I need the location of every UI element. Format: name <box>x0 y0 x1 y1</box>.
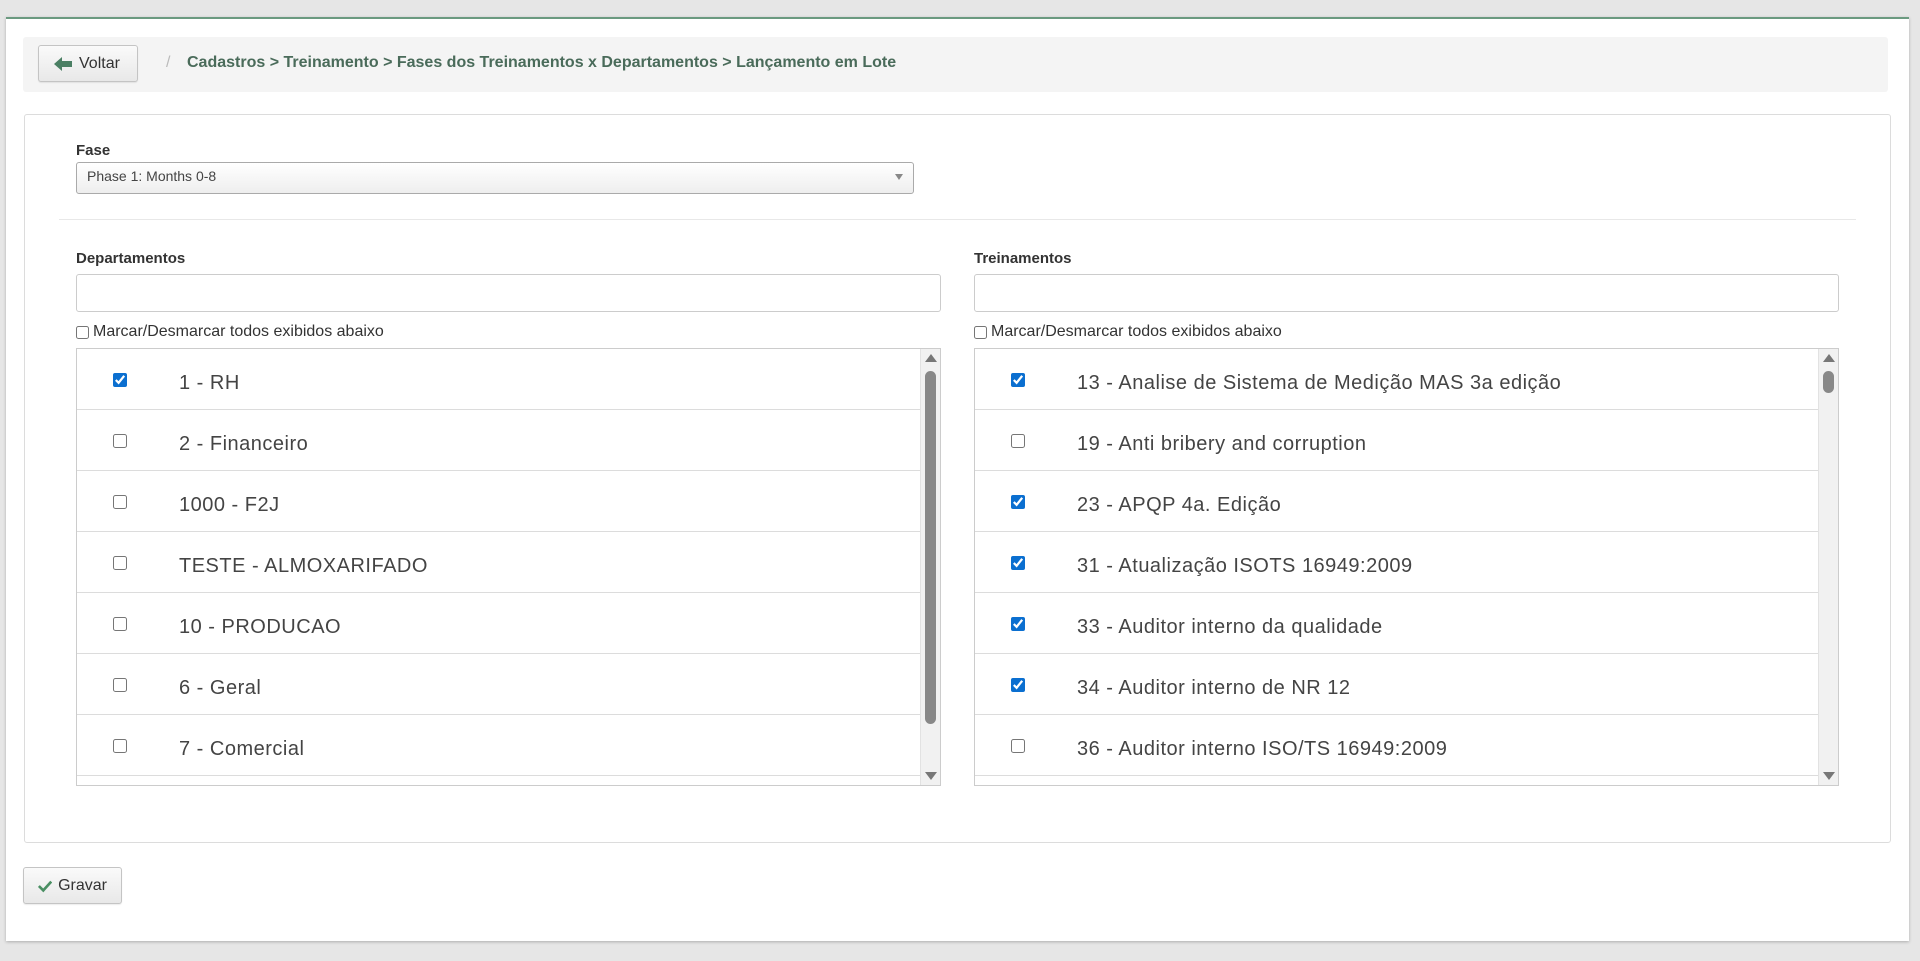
item-checkbox[interactable] <box>1011 739 1025 753</box>
treinamentos-toggle-all-checkbox[interactable] <box>974 325 987 339</box>
list-item[interactable]: 34 - Auditor interno de NR 12 <box>975 654 1819 715</box>
item-checkbox[interactable] <box>113 434 127 448</box>
item-checkbox[interactable] <box>113 678 127 692</box>
item-checkbox[interactable] <box>113 617 127 631</box>
treinamentos-scrollbar[interactable] <box>1818 349 1838 785</box>
scroll-down-icon[interactable] <box>925 772 937 780</box>
treinamentos-toggle-all[interactable]: Marcar/Desmarcar todos exibidos abaixo <box>974 323 1282 341</box>
departamentos-toggle-all-label: Marcar/Desmarcar todos exibidos abaixo <box>93 323 384 340</box>
item-checkbox[interactable] <box>1011 556 1025 570</box>
fase-selected-value: Phase 1: Months 0-8 <box>87 168 217 184</box>
departamentos-rows: 1 - RH 2 - Financeiro 1000 - F2J TESTE - AL… <box>77 349 921 776</box>
item-label: 1 - RH <box>179 372 240 394</box>
departamentos-toggle-all[interactable]: Marcar/Desmarcar todos exibidos abaixo <box>76 323 384 341</box>
item-checkbox[interactable] <box>1011 373 1025 387</box>
list-item[interactable]: 6 - Geral <box>77 654 921 715</box>
save-button-label: Gravar <box>58 876 107 894</box>
item-checkbox[interactable] <box>1011 617 1025 631</box>
list-item[interactable]: 33 - Auditor interno da qualidade <box>975 593 1819 654</box>
item-label: 2 - Financeiro <box>179 433 309 455</box>
item-label: 6 - Geral <box>179 677 262 699</box>
chevron-down-icon <box>895 174 903 180</box>
list-item[interactable]: 23 - APQP 4a. Edição <box>975 471 1819 532</box>
scrollbar-thumb[interactable] <box>925 371 936 724</box>
item-checkbox[interactable] <box>1011 495 1025 509</box>
list-item[interactable]: 1000 - F2J <box>77 471 921 532</box>
check-icon <box>38 880 53 892</box>
treinamentos-filter-input[interactable] <box>974 274 1839 312</box>
scroll-up-icon[interactable] <box>925 354 937 362</box>
scroll-down-icon[interactable] <box>1823 772 1835 780</box>
fase-label: Fase <box>76 142 111 159</box>
list-item[interactable]: 19 - Anti bribery and corruption <box>975 410 1819 471</box>
item-label: 13 - Analise de Sistema de Medição MAS 3… <box>1077 372 1562 394</box>
list-item[interactable]: 31 - Atualização ISOTS 16949:2009 <box>975 532 1819 593</box>
item-checkbox[interactable] <box>1011 434 1025 448</box>
item-label: 1000 - F2J <box>179 494 280 516</box>
form-panel: Fase Phase 1: Months 0-8 Departamentos T… <box>24 114 1891 843</box>
scrollbar-thumb[interactable] <box>1823 371 1834 393</box>
fase-select[interactable]: Phase 1: Months 0-8 <box>76 162 914 194</box>
list-item[interactable]: 1 - RH <box>77 349 921 410</box>
departamentos-toggle-all-checkbox[interactable] <box>76 325 89 339</box>
list-item[interactable]: 36 - Auditor interno ISO/TS 16949:2009 <box>975 715 1819 776</box>
item-label: 34 - Auditor interno de NR 12 <box>1077 677 1351 699</box>
breadcrumb-separator: / <box>166 54 171 71</box>
item-label: 36 - Auditor interno ISO/TS 16949:2009 <box>1077 738 1448 760</box>
list-item[interactable]: 10 - PRODUCAO <box>77 593 921 654</box>
list-item[interactable]: 7 - Comercial <box>77 715 921 776</box>
treinamentos-rows: 13 - Analise de Sistema de Medição MAS 3… <box>975 349 1819 776</box>
item-checkbox[interactable] <box>113 739 127 753</box>
treinamentos-label: Treinamentos <box>974 250 1072 267</box>
divider <box>59 219 1856 220</box>
main-card: Voltar / Cadastros > Treinamento > Fases… <box>6 17 1909 941</box>
treinamentos-toggle-all-label: Marcar/Desmarcar todos exibidos abaixo <box>991 323 1282 340</box>
departamentos-list[interactable]: 1 - RH 2 - Financeiro 1000 - F2J TESTE - AL… <box>76 348 941 786</box>
item-label: 19 - Anti bribery and corruption <box>1077 433 1367 455</box>
item-checkbox[interactable] <box>1011 678 1025 692</box>
item-checkbox[interactable] <box>113 495 127 509</box>
departamentos-filter-input[interactable] <box>76 274 941 312</box>
arrow-left-icon <box>54 56 72 71</box>
departamentos-scrollbar[interactable] <box>920 349 940 785</box>
item-label: 33 - Auditor interno da qualidade <box>1077 616 1383 638</box>
item-label: TESTE - ALMOXARIFADO <box>179 555 428 577</box>
breadcrumb-bar: Voltar / Cadastros > Treinamento > Fases… <box>23 37 1888 92</box>
list-item[interactable]: TESTE - ALMOXARIFADO <box>77 532 921 593</box>
back-button[interactable]: Voltar <box>38 45 138 82</box>
item-label: 10 - PRODUCAO <box>179 616 342 638</box>
breadcrumb: Cadastros > Treinamento > Fases dos Trei… <box>187 54 897 71</box>
item-checkbox[interactable] <box>113 373 127 387</box>
list-item[interactable]: 2 - Financeiro <box>77 410 921 471</box>
item-checkbox[interactable] <box>113 556 127 570</box>
treinamentos-list[interactable]: 13 - Analise de Sistema de Medição MAS 3… <box>974 348 1839 786</box>
back-button-label: Voltar <box>79 54 120 72</box>
item-label: 23 - APQP 4a. Edição <box>1077 494 1282 516</box>
item-label: 7 - Comercial <box>179 738 305 760</box>
save-button[interactable]: Gravar <box>23 867 122 904</box>
item-label: 31 - Atualização ISOTS 16949:2009 <box>1077 555 1413 577</box>
list-item[interactable]: 13 - Analise de Sistema de Medição MAS 3… <box>975 349 1819 410</box>
departamentos-label: Departamentos <box>76 250 186 267</box>
scroll-up-icon[interactable] <box>1823 354 1835 362</box>
